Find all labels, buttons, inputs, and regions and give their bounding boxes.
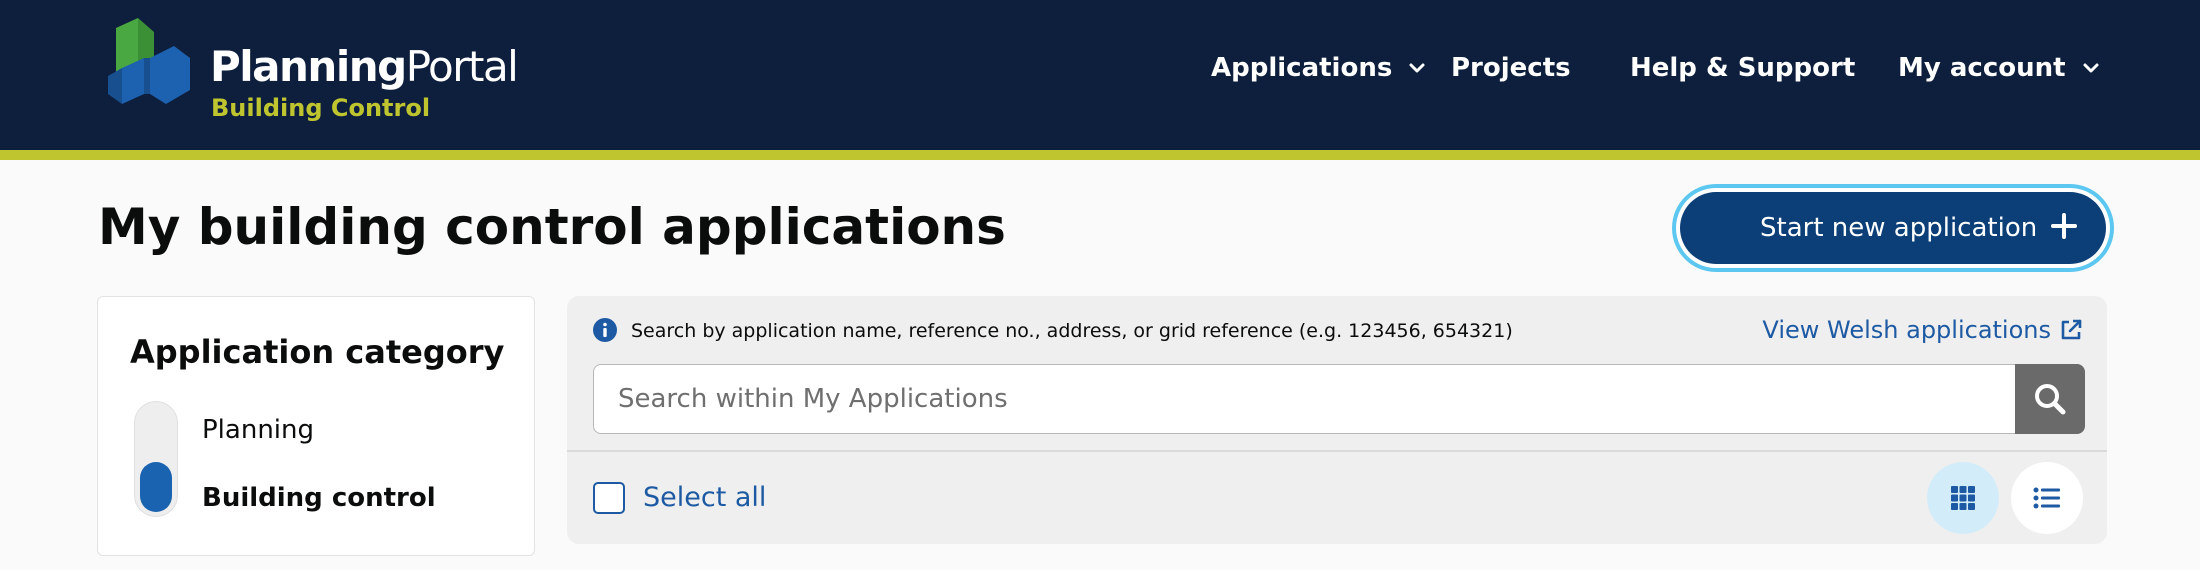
filter-title: Application category [130,333,505,371]
nav-projects[interactable]: Projects [1451,48,1571,88]
select-all-label[interactable]: Select all [643,482,766,513]
brand-logo[interactable]: PlanningPortal Building Control [108,18,519,128]
category-toggle-knob [140,462,172,512]
brand-name-light: Portal [405,42,519,91]
plus-icon [2051,213,2077,239]
nav-my-account[interactable]: My account [1898,48,2102,88]
search-panel: Search by application name, reference no… [567,296,2107,544]
page-title: My building control applications [98,198,1006,256]
header-accent-stripe [0,150,2200,160]
nav-help-support-label: Help & Support [1630,53,1856,83]
search-hint: Search by application name, reference no… [631,320,1513,342]
nav-help-support[interactable]: Help & Support [1630,48,1855,88]
category-toggle[interactable] [134,401,178,517]
nav-applications-label: Applications [1211,53,1393,83]
category-option-planning[interactable]: Planning [202,415,314,445]
list-view-button[interactable] [2011,462,2083,534]
brand-name-strong: Planning [210,42,407,91]
search-icon [2035,384,2066,415]
brand-name: PlanningPortal [210,42,519,91]
list-view-icon [2033,487,2060,509]
view-welsh-applications-link[interactable]: View Welsh applications [1762,316,2051,344]
start-new-application-button[interactable]: Start new application [1680,192,2106,264]
grid-view-icon [1951,486,1975,510]
brand-subtitle: Building Control [211,94,431,122]
external-link-icon[interactable] [2059,318,2083,342]
application-category-filter: Application category Planning Building c… [97,296,535,556]
nav-applications[interactable]: Applications [1211,48,1428,88]
chevron-down-icon [1409,63,1425,73]
site-header: PlanningPortal Building Control Applicat… [0,0,2200,150]
chevron-down-icon [2083,63,2099,73]
search-button[interactable] [2015,364,2085,434]
select-all-checkbox[interactable] [593,482,625,514]
category-option-building-control[interactable]: Building control [202,483,436,513]
search-input[interactable] [593,364,2015,434]
nav-my-account-label: My account [1898,53,2066,83]
grid-view-button[interactable] [1927,462,1999,534]
nav-projects-label: Projects [1451,53,1571,83]
panel-divider [567,450,2107,452]
info-icon [593,318,617,342]
start-new-application-label: Start new application [1760,213,2038,243]
planning-portal-logo-icon [108,18,190,104]
